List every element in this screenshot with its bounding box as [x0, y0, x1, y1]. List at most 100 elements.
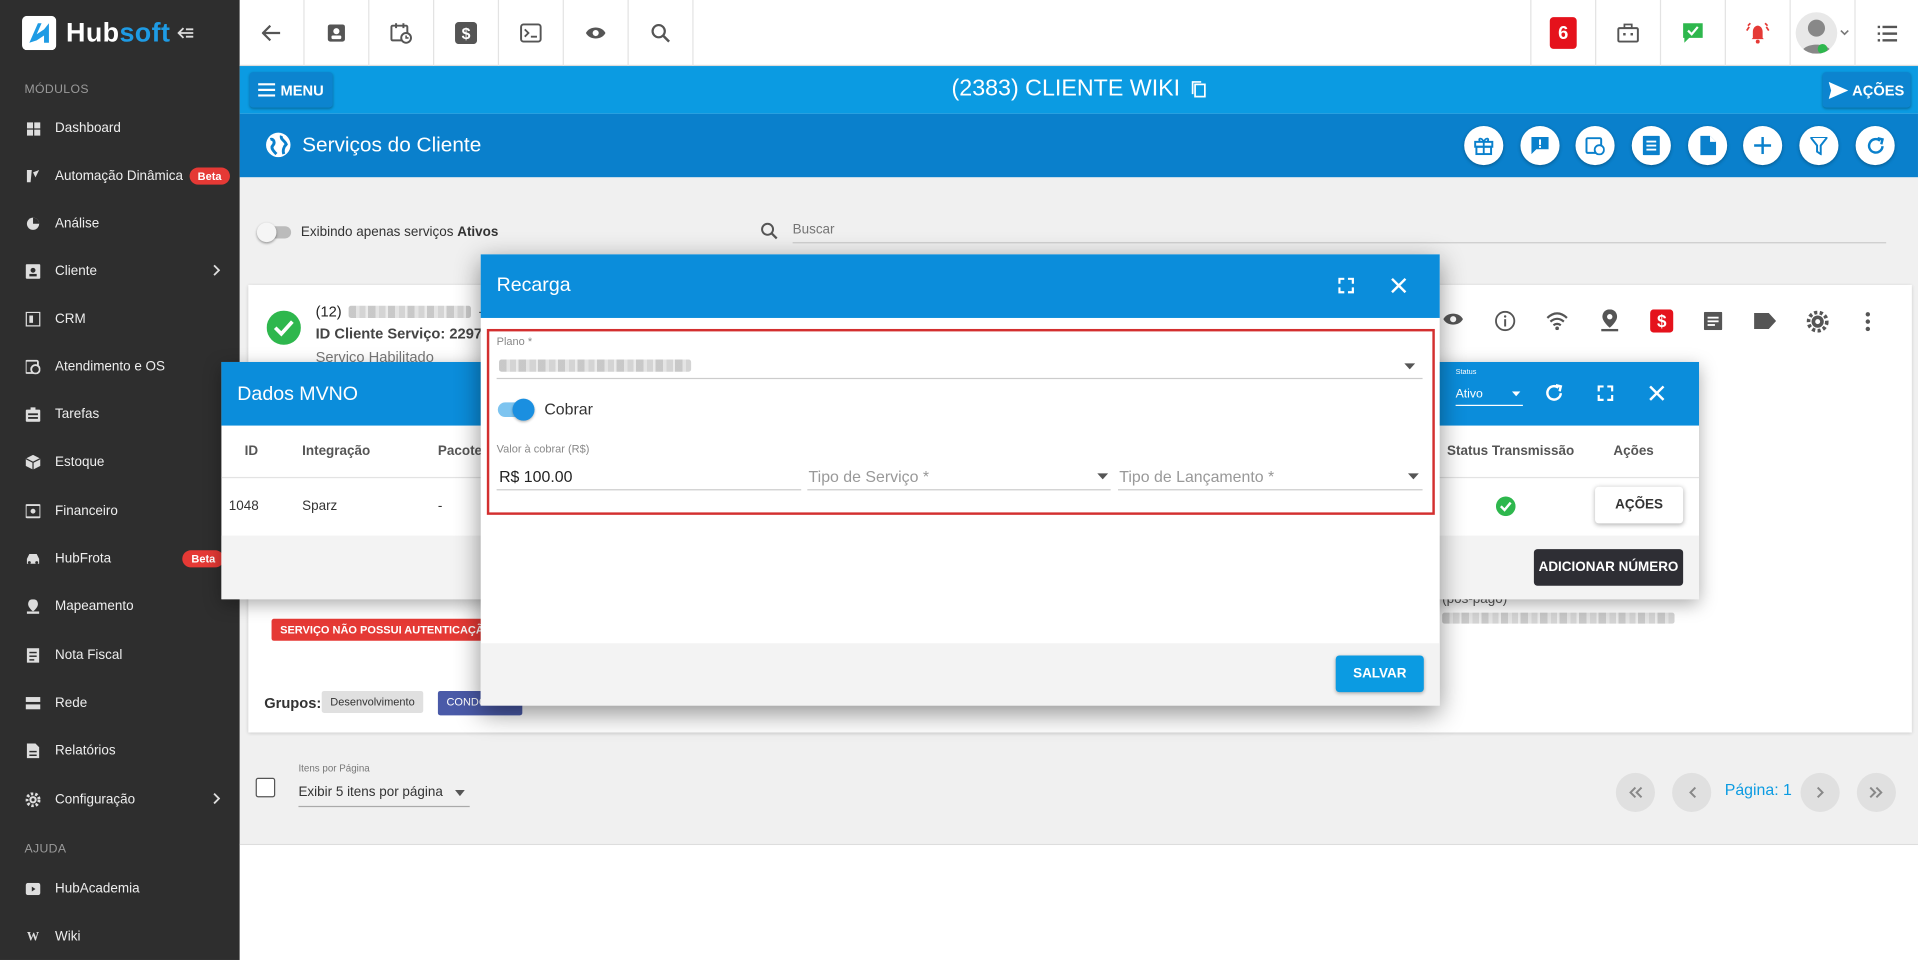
copy-icon[interactable]: [1191, 81, 1206, 98]
caret-down-icon: [455, 789, 465, 797]
mvno-refresh-icon[interactable]: [1545, 384, 1563, 402]
tag-icon[interactable]: [1754, 313, 1777, 329]
svg-text:$: $: [462, 26, 471, 43]
mvno-fullscreen-icon[interactable]: [1597, 385, 1614, 401]
sidebar-item-automacao[interactable]: Automação Dinâmica Beta: [0, 154, 240, 198]
list-menu-button[interactable]: [1854, 0, 1918, 67]
sidebar-item-relatorios[interactable]: Relatórios: [0, 729, 240, 773]
hubsoft-logo[interactable]: Hubsoft: [22, 15, 195, 52]
sidebar-item-hubacademia[interactable]: HubAcademia: [0, 867, 240, 911]
sidebar-item-wiki[interactable]: W Wiki: [0, 915, 240, 959]
send-icon: [1828, 81, 1849, 99]
check-message-icon: [1683, 23, 1703, 43]
mvno-close-icon[interactable]: [1649, 385, 1665, 401]
sidebar-item-mapeamento[interactable]: Mapeamento: [0, 585, 240, 629]
chevron-left-icon: [1688, 786, 1696, 799]
notifications-count-button[interactable]: 6: [1530, 0, 1595, 67]
cobrar-toggle[interactable]: [497, 398, 535, 421]
active-filter-toggle[interactable]: Exibindo apenas serviços Ativos: [256, 222, 498, 243]
prev-page-button[interactable]: [1672, 772, 1712, 813]
next-page-button[interactable]: [1800, 772, 1840, 813]
menu-button[interactable]: MENU: [249, 72, 333, 108]
gear-icon: [24, 791, 41, 808]
service-number: (12)-: [316, 303, 484, 320]
info-icon[interactable]: [1495, 310, 1516, 332]
page-indicator: Página: 1: [1724, 780, 1792, 799]
refresh-button[interactable]: [1855, 125, 1895, 166]
row-acoes-button[interactable]: AÇÕES: [1595, 486, 1684, 524]
user-menu-button[interactable]: [1789, 0, 1855, 67]
valor-input[interactable]: R$ 100.00: [496, 462, 802, 491]
sidebar-item-financeiro[interactable]: Financeiro: [0, 489, 240, 533]
alert-message-button[interactable]: [1520, 125, 1560, 166]
active-only-toggle[interactable]: [256, 222, 292, 243]
plano-underline: [496, 377, 1423, 380]
first-page-button[interactable]: [1615, 772, 1655, 813]
client-card-button[interactable]: [305, 0, 370, 67]
dollar-icon[interactable]: $: [1650, 309, 1674, 333]
location-pin-icon[interactable]: [1601, 309, 1619, 332]
filter-button[interactable]: [1799, 125, 1839, 166]
acoes-button[interactable]: AÇÕES: [1822, 72, 1911, 108]
sidebar-item-cliente[interactable]: Cliente: [0, 249, 240, 293]
service-schedule-button[interactable]: [1575, 125, 1615, 166]
client-header: (2383) CLIENTE WIKI MENU AÇÕES: [239, 66, 1918, 114]
sidebar: Hubsoft MÓDULOS Dashboard Automação Dinâ…: [0, 0, 240, 960]
financial-button[interactable]: $: [434, 0, 500, 67]
tipo-lancamento-select[interactable]: Tipo de Lançamento *: [1118, 462, 1423, 491]
sidebar-item-hubfrota[interactable]: HubFrota Beta: [0, 537, 240, 581]
status-select[interactable]: Ativo: [1455, 382, 1523, 407]
list-icon: [1877, 25, 1897, 41]
gear-icon[interactable]: [1806, 310, 1829, 333]
sidebar-item-crm[interactable]: CRM: [0, 297, 240, 341]
sidebar-item-rede[interactable]: Rede: [0, 681, 240, 725]
sidebar-item-estoque[interactable]: Estoque: [0, 440, 240, 484]
cobrar-toggle-row[interactable]: Cobrar: [497, 398, 593, 421]
back-button[interactable]: [240, 0, 305, 67]
sidebar-item-nota-fiscal[interactable]: Nota Fiscal: [0, 633, 240, 677]
items-per-page-select[interactable]: Exibir 5 itens por página: [298, 780, 470, 808]
sidebar-item-configuracao[interactable]: Configuração: [0, 778, 240, 822]
terminal-button[interactable]: [499, 0, 564, 67]
briefcase-icon: [1617, 23, 1639, 43]
sidebar-item-atendimento[interactable]: Atendimento e OS: [0, 345, 240, 389]
avatar: [1795, 12, 1838, 54]
eye-icon[interactable]: [1442, 312, 1464, 327]
search-input[interactable]: [792, 216, 1887, 244]
select-all-checkbox[interactable]: [255, 777, 276, 798]
double-chevron-left-icon: [1629, 786, 1643, 799]
search-icon: [761, 222, 778, 240]
sidebar-item-tarefas[interactable]: Tarefas: [0, 393, 240, 437]
chevron-down-icon: [1840, 30, 1849, 36]
dollar-icon: $: [455, 22, 478, 45]
add-number-button[interactable]: ADICIONAR NÚMERO: [1533, 549, 1684, 586]
search-button[interactable]: [629, 0, 694, 67]
notes-icon[interactable]: [1703, 311, 1723, 331]
alarms-button[interactable]: [1724, 0, 1790, 67]
approvals-button[interactable]: [1659, 0, 1725, 67]
view-button[interactable]: [564, 0, 629, 67]
schedule-button[interactable]: [369, 0, 435, 67]
chevron-right-icon: [213, 792, 221, 805]
fullscreen-icon[interactable]: [1338, 277, 1354, 294]
recarga-dialog-header: Recarga: [480, 254, 1440, 318]
automation-icon: [24, 168, 41, 185]
add-service-button[interactable]: [1743, 125, 1783, 166]
sidebar-item-analise[interactable]: Análise: [0, 202, 240, 246]
gift-toolbar-button[interactable]: [1595, 0, 1660, 67]
plano-select[interactable]: [496, 352, 1423, 380]
service-list-button[interactable]: [1631, 125, 1671, 166]
wifi-icon[interactable]: [1546, 312, 1568, 331]
collapse-sidebar-icon[interactable]: [177, 26, 195, 41]
save-button[interactable]: SALVAR: [1335, 655, 1424, 693]
more-vertical-icon[interactable]: [1865, 312, 1871, 332]
gift-button[interactable]: [1464, 125, 1504, 166]
eye-icon: [585, 27, 606, 39]
service-document-button[interactable]: [1688, 125, 1728, 166]
recarga-dialog: Recarga Plano * Cobrar Valor à cobrar (R…: [480, 254, 1440, 706]
terminal-icon: [520, 23, 542, 43]
sidebar-item-dashboard[interactable]: Dashboard: [0, 106, 240, 150]
last-page-button[interactable]: [1856, 772, 1896, 813]
close-icon[interactable]: [1391, 277, 1407, 294]
tipo-servico-select[interactable]: Tipo de Serviço *: [807, 462, 1111, 491]
